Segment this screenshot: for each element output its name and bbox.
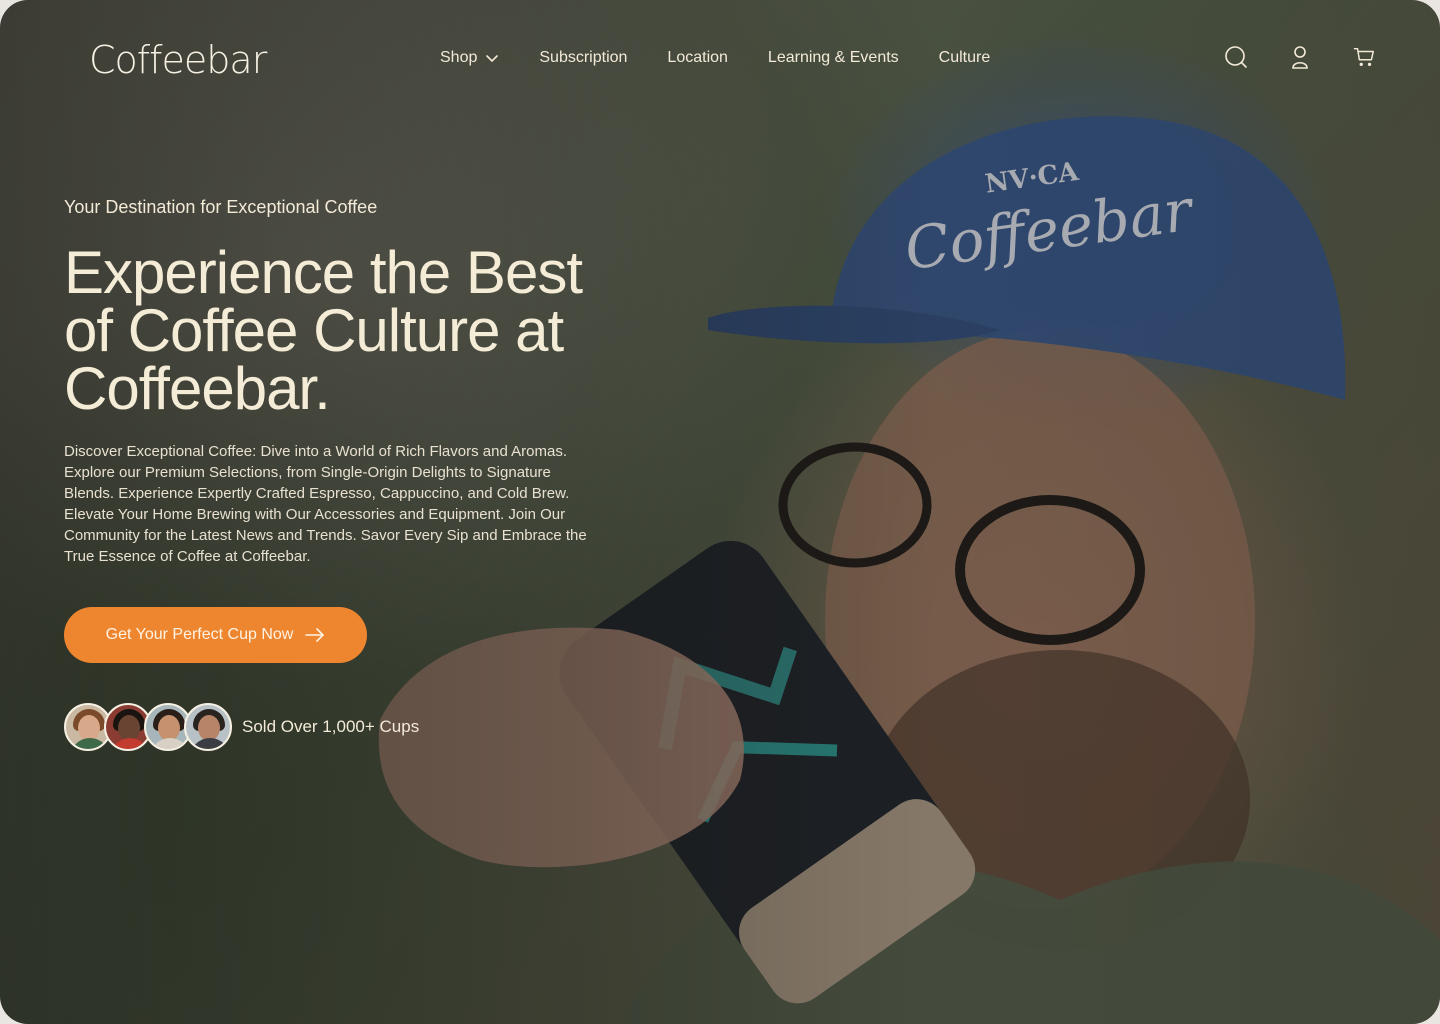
nav-item-label: Learning & Events: [767, 49, 899, 66]
social-proof-label: Sold Over 1,000+ Cups: [242, 717, 420, 736]
hero-description: Discover Exceptional Coffee: Dive into a…: [64, 443, 587, 565]
hero-eyebrow: Your Destination for Exceptional Coffee: [64, 197, 378, 217]
search-button[interactable]: [1224, 44, 1248, 70]
user-icon: [1292, 46, 1308, 69]
nav-item-location[interactable]: Location: [667, 47, 728, 69]
main-nav: Shop Subscription Location Learning & Ev…: [440, 47, 990, 69]
cta-button[interactable]: Get Your Perfect Cup Now: [64, 607, 367, 663]
nav-item-label: Location: [667, 49, 728, 66]
nav-item-label: Shop: [440, 49, 478, 66]
nav-item-culture[interactable]: Culture: [939, 47, 991, 69]
chevron-down-icon: [486, 55, 499, 63]
account-button[interactable]: [1288, 44, 1312, 70]
hero-headline: Experience the Best of Coffee Culture at…: [64, 239, 583, 422]
brand-logo[interactable]: Coffeebar: [89, 38, 267, 82]
cart-icon: [1353, 47, 1374, 67]
avatar: [184, 703, 232, 751]
cap-text-logo: Coffeebar: [901, 175, 1199, 283]
header-icons: [1224, 44, 1376, 70]
page-content: Coffeebar Shop Subscription Location Lea…: [0, 0, 1440, 1024]
nav-item-learning-events[interactable]: Learning & Events: [768, 47, 899, 69]
nav-item-subscription[interactable]: Subscription: [539, 47, 627, 69]
nav-item-label: Culture: [938, 49, 991, 66]
cart-button[interactable]: [1352, 44, 1376, 70]
cap-text-top: NV·CA: [983, 157, 1081, 200]
hero-frame: Coffeebar Shop Subscription Location Lea…: [0, 0, 1440, 1024]
cta-label: Get Your Perfect Cup Now: [105, 626, 294, 643]
arrow-right-icon: [305, 628, 325, 642]
search-icon: [1225, 46, 1247, 68]
nav-item-shop[interactable]: Shop: [440, 47, 499, 69]
social-proof: Sold Over 1,000+ Cups: [64, 703, 419, 751]
nav-item-label: Subscription: [539, 49, 628, 66]
